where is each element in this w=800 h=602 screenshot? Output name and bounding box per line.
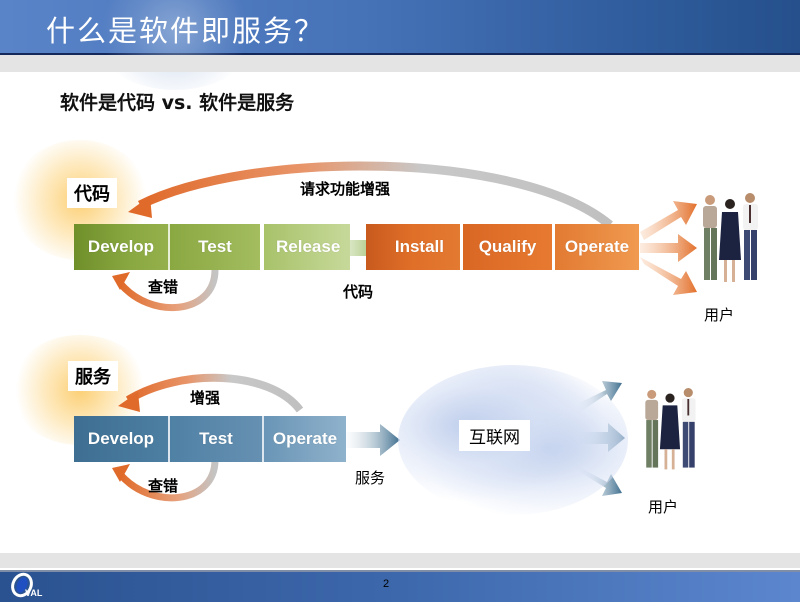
stage-qualify-code: Qualify — [463, 224, 552, 270]
feature-request-arrowhead — [128, 196, 152, 218]
stage-label: Install — [394, 237, 444, 256]
debug-label-code: 查错 — [148, 278, 179, 296]
stage-test-code: Test — [168, 224, 260, 270]
oval-logo-icon: VAL — [11, 572, 43, 598]
stage-develop-code: Develop — [74, 224, 168, 270]
stage-label: Develop — [87, 429, 155, 448]
users-label-service: 用户 — [648, 498, 679, 516]
stage-label: Operate — [272, 429, 338, 448]
stage-install-code: Install — [366, 224, 460, 270]
stage-label: Test — [199, 429, 233, 448]
stage-operate-service: Operate — [262, 416, 346, 462]
internet-label: 互联网 — [459, 420, 530, 451]
stage-develop-service: Develop — [74, 416, 168, 462]
stage-release-code: Release — [264, 224, 350, 270]
enhancement-label: 增强 — [190, 389, 221, 407]
code-output-label: 代码 — [343, 283, 374, 301]
stage-label: Operate — [564, 237, 630, 256]
stage-test-service: Test — [168, 416, 262, 462]
debug-label-service: 查错 — [148, 477, 179, 495]
stage-operate-code: Operate — [555, 224, 639, 270]
service-output-label: 服务 — [355, 469, 386, 487]
users-image-code — [703, 193, 758, 282]
users-label-code: 用户 — [704, 306, 735, 324]
slide-footer — [0, 570, 800, 602]
stage-label: Develop — [87, 237, 155, 256]
user-delivery-arrows-code — [640, 201, 697, 295]
service-model-tag: 服务 — [68, 361, 118, 391]
stage-label: Release — [276, 237, 341, 256]
stage-label: Test — [198, 237, 232, 256]
footer-divider-band — [0, 553, 800, 568]
feature-request-label: 请求功能增强 — [300, 180, 391, 198]
users-image-service — [645, 388, 696, 470]
arrows-layer — [112, 161, 697, 502]
logo-text: VAL — [25, 588, 43, 598]
page-number: 2 — [383, 578, 390, 590]
stage-label: Qualify — [478, 237, 537, 256]
service-output-arrow — [342, 424, 400, 456]
code-model-tag: 代码 — [67, 178, 117, 208]
